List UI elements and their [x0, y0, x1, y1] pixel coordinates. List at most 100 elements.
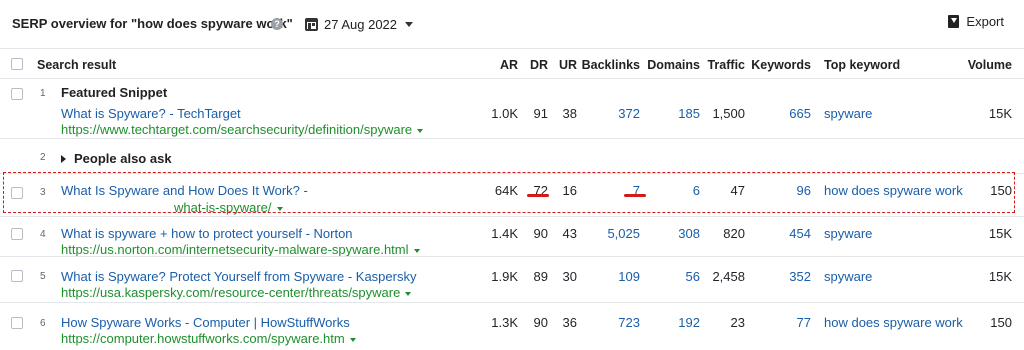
table-row: 6 How Spyware Works - Computer | HowStuf… — [0, 302, 1024, 350]
chevron-down-icon — [417, 128, 424, 133]
traffic-value: 820 — [723, 226, 745, 241]
column-header-ar[interactable]: AR — [500, 58, 518, 72]
column-header-dr[interactable]: DR — [530, 58, 548, 72]
keywords-link[interactable]: 77 — [797, 315, 811, 330]
column-header-keywords[interactable]: Keywords — [751, 58, 811, 72]
volume-value: 15K — [988, 106, 1012, 121]
result-title-link[interactable]: What Is Spyware and How Does It Work? - — [61, 183, 308, 198]
domains-link[interactable]: 308 — [678, 226, 700, 241]
result-title-link[interactable]: What is spyware + how to protect yoursel… — [61, 226, 353, 241]
top-keyword-link[interactable]: how does spyware work — [824, 183, 963, 198]
result-url-text: https://computer.howstuffworks.com/spywa… — [61, 331, 345, 346]
column-header-search-result[interactable]: Search result — [37, 58, 116, 72]
volume-value: 150 — [990, 183, 1012, 198]
ur-value: 43 — [562, 226, 577, 241]
position-number: 5 — [40, 271, 46, 282]
row-checkbox[interactable] — [11, 187, 23, 199]
column-header-ur[interactable]: UR — [559, 58, 577, 72]
result-title-link[interactable]: How Spyware Works - Computer | HowStuffW… — [61, 315, 350, 330]
export-button[interactable]: Export — [948, 14, 1004, 29]
dr-value: 90 — [533, 315, 548, 330]
people-also-ask-toggle[interactable]: People also ask — [61, 151, 172, 166]
top-keyword-link[interactable]: how does spyware work — [824, 315, 963, 330]
result-url[interactable]: https://computer.howstuffworks.com/spywa… — [61, 331, 356, 346]
result-url[interactable]: https://us.norton.com/internetsecurity-m… — [61, 242, 420, 257]
volume-value: 15K — [988, 269, 1012, 284]
chevron-down-icon — [405, 21, 414, 27]
column-header-volume[interactable]: Volume — [968, 58, 1012, 72]
domains-link[interactable]: 56 — [686, 269, 700, 284]
volume-value: 15K — [988, 226, 1012, 241]
traffic-value: 23 — [730, 315, 745, 330]
dr-value: 90 — [533, 226, 548, 241]
traffic-value: 47 — [730, 183, 745, 198]
backlinks-link[interactable]: 723 — [618, 315, 640, 330]
chevron-down-icon — [276, 206, 283, 211]
chevron-down-icon — [349, 337, 356, 342]
table-row: 3 What Is Spyware and How Does It Work? … — [0, 173, 1024, 216]
backlinks-underline-annotation — [624, 194, 646, 197]
date-picker[interactable]: 27 Aug 2022 — [305, 14, 414, 34]
keywords-link[interactable]: 352 — [789, 269, 811, 284]
position-number: 1 — [40, 88, 46, 99]
ar-value: 64K — [494, 183, 518, 198]
dr-value: 89 — [533, 269, 548, 284]
date-value: 27 Aug 2022 — [324, 16, 398, 32]
column-header-backlinks[interactable]: Backlinks — [582, 58, 640, 72]
domains-link[interactable]: 192 — [678, 315, 700, 330]
help-icon[interactable]: ? — [271, 18, 283, 30]
row-checkbox[interactable] — [11, 88, 23, 100]
domains-link[interactable]: 185 — [678, 106, 700, 121]
keywords-link[interactable]: 454 — [789, 226, 811, 241]
position-number: 4 — [40, 229, 46, 240]
calendar-icon — [305, 17, 318, 31]
ar-value: 1.3K — [491, 315, 518, 330]
dr-value: 91 — [533, 106, 548, 121]
backlinks-link[interactable]: 372 — [618, 106, 640, 121]
ur-value: 36 — [562, 315, 577, 330]
table-row: 1 Featured Snippet What is Spyware? - Te… — [0, 78, 1024, 138]
row-checkbox[interactable] — [11, 317, 23, 329]
result-url-text: what-is-spyware/ — [174, 200, 272, 215]
ur-value: 38 — [562, 106, 577, 121]
result-url-text: https://us.norton.com/internetsecurity-m… — [61, 242, 409, 257]
chevron-down-icon — [405, 291, 412, 296]
table-row[interactable]: 2 People also ask — [0, 138, 1024, 173]
serp-feature-label: Featured Snippet — [61, 85, 168, 100]
column-header-traffic[interactable]: Traffic — [707, 58, 745, 72]
result-url[interactable]: what-is-spyware/ — [174, 200, 283, 215]
volume-value: 150 — [990, 315, 1012, 330]
top-keyword-link[interactable]: spyware — [824, 106, 872, 121]
traffic-value: 2,458 — [712, 269, 745, 284]
result-url[interactable]: https://www.techtarget.com/searchsecurit… — [61, 122, 424, 137]
domains-link[interactable]: 6 — [693, 183, 700, 198]
backlinks-link[interactable]: 5,025 — [607, 226, 640, 241]
keywords-link[interactable]: 665 — [789, 106, 811, 121]
top-keyword-link[interactable]: spyware — [824, 269, 872, 284]
position-number: 3 — [40, 187, 46, 198]
header: SERP overview for "how does spyware work… — [0, 0, 1024, 48]
select-all-checkbox[interactable] — [11, 58, 23, 70]
backlinks-link[interactable]: 109 — [618, 269, 640, 284]
export-icon — [948, 15, 960, 28]
ur-value: 16 — [562, 183, 577, 198]
row-checkbox[interactable] — [11, 228, 23, 240]
result-url-text: https://www.techtarget.com/searchsecurit… — [61, 122, 413, 137]
serp-feature-label: People also ask — [74, 151, 172, 166]
column-header-domains[interactable]: Domains — [647, 58, 700, 72]
table-row: 4 What is spyware + how to protect yours… — [0, 216, 1024, 257]
keywords-link[interactable]: 96 — [797, 183, 811, 198]
top-keyword-link[interactable]: spyware — [824, 226, 872, 241]
result-title-link[interactable]: What is Spyware? - TechTarget — [61, 106, 241, 121]
row-checkbox[interactable] — [11, 270, 23, 282]
column-header-top-keyword[interactable]: Top keyword — [824, 58, 900, 72]
ar-value: 1.4K — [491, 226, 518, 241]
result-title-link[interactable]: What is Spyware? Protect Yourself from S… — [61, 269, 416, 284]
result-url[interactable]: https://usa.kaspersky.com/resource-cente… — [61, 285, 412, 300]
page-title: SERP overview for "how does spyware work… — [12, 16, 293, 31]
table-header-row: Search result AR DR UR Backlinks Domains… — [0, 48, 1024, 78]
table-row: 5 What is Spyware? Protect Yourself from… — [0, 256, 1024, 302]
position-number: 6 — [40, 318, 46, 329]
ur-value: 30 — [562, 269, 577, 284]
expand-triangle-icon — [61, 155, 66, 163]
